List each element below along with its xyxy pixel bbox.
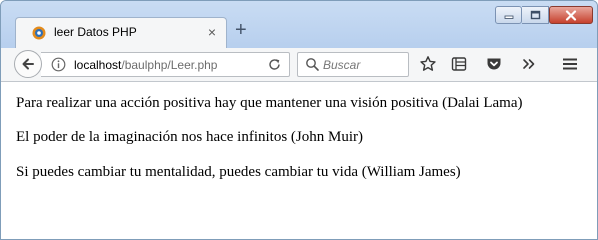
hamburger-menu-icon[interactable]: [561, 55, 579, 73]
maximize-icon: [530, 10, 540, 20]
new-tab-button[interactable]: +: [235, 20, 247, 40]
back-button[interactable]: [14, 50, 42, 78]
navigation-toolbar: localhost/baulphp/Leer.php Buscar: [1, 48, 597, 82]
quote-line-1: Para realizar una acción positiva hay qu…: [16, 95, 523, 111]
quote-line-3: Si puedes cambiar tu mentalidad, puedes …: [16, 164, 461, 180]
search-box[interactable]: Buscar: [297, 52, 409, 77]
tab-close-button[interactable]: ×: [208, 23, 216, 41]
address-text[interactable]: localhost/baulphp/Leer.php: [74, 58, 217, 72]
close-window-button[interactable]: [549, 6, 593, 24]
quote-line-2: El poder de la imaginación nos hace infi…: [16, 129, 363, 145]
php-favicon-icon: [32, 26, 46, 40]
address-path: /baulphp/Leer.php: [121, 58, 218, 72]
chevron-double-right-icon[interactable]: [520, 55, 538, 73]
reload-icon[interactable]: [267, 57, 282, 72]
info-icon[interactable]: [51, 57, 66, 72]
minimize-icon: [504, 15, 513, 19]
search-placeholder: Buscar: [323, 58, 361, 72]
close-icon: [565, 9, 577, 21]
search-icon: [306, 58, 319, 71]
library-icon[interactable]: [450, 55, 468, 73]
tab-title: leer Datos PHP: [54, 25, 137, 39]
tab-leer-datos-php[interactable]: leer Datos PHP ×: [15, 17, 227, 48]
title-bar: leer Datos PHP × +: [1, 1, 597, 48]
pocket-icon[interactable]: [485, 55, 503, 73]
maximize-button[interactable]: [522, 6, 549, 24]
address-host: localhost: [74, 58, 122, 72]
minimize-button[interactable]: [495, 6, 522, 24]
browser-window: leer Datos PHP × + localhost/baulphp/Lee…: [0, 0, 598, 240]
star-icon[interactable]: [419, 55, 437, 73]
back-arrow-icon: [22, 58, 34, 70]
address-bar[interactable]: localhost/baulphp/Leer.php: [41, 52, 290, 77]
page-content: Para realizar una acción positiva hay qu…: [1, 82, 597, 239]
